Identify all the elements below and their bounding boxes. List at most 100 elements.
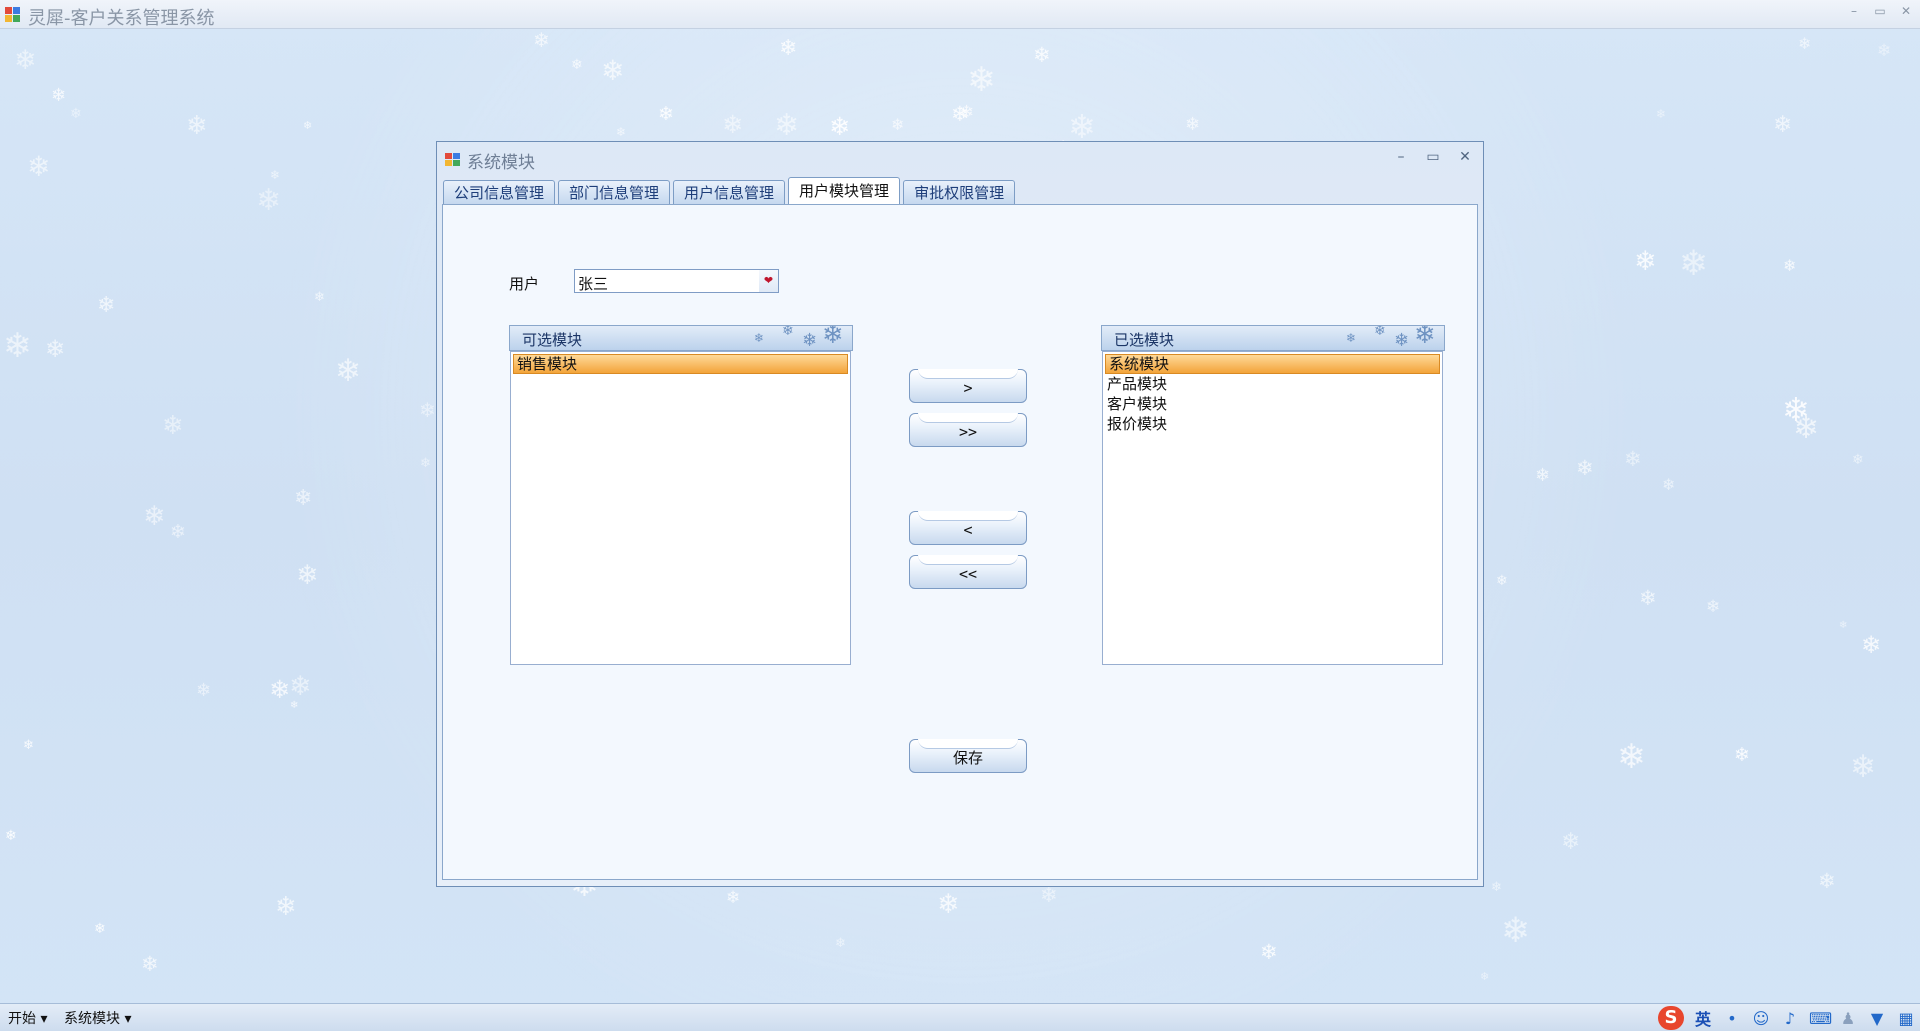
ime-language-indicator[interactable]: 英 [1693, 1006, 1713, 1030]
remove-one-button[interactable]: < [909, 511, 1027, 545]
snowflake-icon: ❄ [1773, 112, 1793, 138]
snowflake-icon: ❄ [1561, 829, 1581, 855]
snowflake-icon: ❄ [1068, 107, 1096, 146]
snowflake-icon: ❄ [601, 54, 625, 87]
snowflake-icon: ❄ [835, 936, 846, 951]
snowflake-icon: ❄ [314, 290, 325, 305]
grid-icon[interactable]: ▦ [1896, 1009, 1916, 1028]
snowflake-icon: ❄ [1782, 390, 1810, 429]
snowflake-icon: ❄ [186, 111, 208, 141]
snowflake-icon: ❄ [70, 106, 82, 122]
snowflake-icon: ❄ [1734, 744, 1750, 766]
snowflake-icon: ❄ [1798, 34, 1812, 53]
user-combobox[interactable]: 张三 ❤ [574, 269, 779, 293]
chevron-down-icon[interactable]: ❤ [759, 270, 778, 292]
snowflake-icon: ❄ [1679, 244, 1709, 284]
snowflake-icon: ❄ [1634, 246, 1657, 277]
start-menu-button[interactable]: 开始 ▾ [8, 1008, 47, 1028]
user-combobox-text[interactable]: 张三 [575, 270, 760, 293]
add-one-button[interactable]: > [909, 369, 1027, 403]
minimize-icon[interactable]: – [1846, 2, 1862, 20]
available-modules-list[interactable]: 销售模块 [510, 351, 851, 665]
microphone-icon[interactable]: ♪ [1780, 1009, 1800, 1028]
snowflake-icon: ❄ [289, 671, 312, 702]
keyboard-icon[interactable]: ⌨ [1809, 1009, 1832, 1028]
snowflake-icon: ❄ [1414, 325, 1436, 350]
taskbar-window-button[interactable]: 系统模块 ▾ [64, 1008, 131, 1028]
snowflake-icon: ❄ [335, 353, 361, 389]
tab-panel: 用户 张三 ❤ 可选模块 ❄ ❄ ❄ ❄ 销售模块 > >> < << 已选模块… [442, 204, 1478, 880]
list-item[interactable]: 系统模块 [1105, 354, 1440, 374]
snowflake-icon: ❄ [967, 60, 996, 100]
user-icon[interactable]: ♟ [1838, 1009, 1858, 1028]
snowflake-icon: ❄ [1346, 331, 1357, 345]
list-item[interactable]: 客户模块 [1103, 394, 1442, 414]
snowflake-icon: ❄ [1852, 452, 1864, 468]
tab-department-info[interactable]: 部门信息管理 [558, 180, 671, 204]
snowflake-icon: ❄ [419, 398, 436, 422]
ime-logo-icon[interactable]: S [1658, 1006, 1684, 1030]
list-item[interactable]: 报价模块 [1103, 414, 1442, 434]
dialog-minimize-icon[interactable]: – [1393, 148, 1409, 166]
snowflake-icon: ❄ [1656, 107, 1667, 121]
remove-all-button[interactable]: << [909, 555, 1027, 589]
taskbar: 开始 ▾ 系统模块 ▾ S 英 • ☺ ♪ ⌨ ♟ ▼ ▦ [0, 1003, 1920, 1031]
snowflake-icon: ❄ [196, 680, 212, 701]
snowflake-icon: ❄ [3, 326, 32, 366]
snowflake-icon: ❄ [1040, 883, 1058, 907]
snowflake-icon: ❄ [256, 183, 282, 218]
close-icon[interactable]: ✕ [1898, 2, 1914, 20]
snowflake-icon: ❄ [1491, 880, 1502, 895]
snowflake-icon: ❄ [802, 330, 818, 351]
tab-user-modules[interactable]: 用户模块管理 [788, 177, 901, 204]
available-list-header: 可选模块 ❄ ❄ ❄ ❄ [509, 325, 853, 351]
snowflake-icon: ❄ [1033, 43, 1051, 67]
snowflake-icon: ❄ [141, 952, 159, 976]
snowflake-icon: ❄ [1861, 631, 1882, 659]
snowflake-icon: ❄ [1374, 325, 1386, 339]
snowflake-icon: ❄ [1818, 869, 1836, 893]
app-titlebar: 灵犀-客户关系管理系统 – ▭ ✕ [0, 0, 1920, 29]
snowflake-icon: ❄ [1501, 911, 1531, 951]
dialog-maximize-icon[interactable]: ▭ [1425, 148, 1441, 166]
emoji-icon[interactable]: ☺ [1751, 1009, 1771, 1028]
snowflake-icon: ❄ [891, 115, 905, 134]
snowflake-icon: ❄ [27, 150, 51, 183]
snowflake-icon: ❄ [1624, 447, 1642, 471]
tab-company-info[interactable]: 公司信息管理 [443, 180, 556, 204]
snowflake-icon: ❄ [1662, 475, 1676, 494]
list-item[interactable]: 产品模块 [1103, 374, 1442, 394]
list-item[interactable]: 销售模块 [513, 354, 848, 374]
snowflake-icon: ❄ [1480, 970, 1490, 983]
snowflake-icon: ❄ [294, 486, 313, 511]
tab-user-info[interactable]: 用户信息管理 [673, 180, 786, 204]
system-tray: S 英 • ☺ ♪ ⌨ ♟ ▼ ▦ [1658, 1005, 1916, 1031]
snowflake-icon: ❄ [1839, 620, 1848, 631]
snowflake-icon: ❄ [269, 675, 290, 704]
snowflake-icon: ❄ [822, 325, 844, 350]
snowflake-icon: ❄ [45, 335, 66, 363]
app-title: 灵犀-客户关系管理系统 [28, 8, 215, 29]
tab-strip: 公司信息管理 部门信息管理 用户信息管理 用户模块管理 审批权限管理 [443, 177, 1016, 204]
save-button[interactable]: 保存 [909, 739, 1027, 773]
add-all-button[interactable]: >> [909, 413, 1027, 447]
snowflake-icon: ❄ [571, 57, 583, 73]
snowflake-icon: ❄ [1706, 597, 1721, 617]
app-icon [5, 7, 20, 22]
dialog-close-icon[interactable]: ✕ [1457, 148, 1473, 166]
snowflake-icon: ❄ [782, 325, 794, 339]
tab-approval-permissions[interactable]: 审批权限管理 [903, 180, 1016, 204]
snowflake-icon: ❄ [829, 112, 850, 141]
snowflake-icon: ❄ [275, 892, 297, 922]
dialog-titlebar[interactable]: 系统模块 – ▭ ✕ [437, 142, 1483, 176]
snowflake-icon: ❄ [1496, 573, 1508, 589]
maximize-icon[interactable]: ▭ [1872, 2, 1888, 20]
snowflake-icon: ❄ [726, 888, 741, 908]
snowflake-icon: ❄ [533, 28, 550, 52]
chosen-modules-list[interactable]: 系统模块 产品模块 客户模块 报价模块 [1102, 351, 1443, 665]
dialog-icon [445, 153, 460, 166]
snowflake-icon: ❄ [951, 102, 969, 126]
punctuation-icon[interactable]: • [1722, 1009, 1742, 1028]
shirt-icon[interactable]: ▼ [1867, 1009, 1887, 1028]
snowflake-icon: ❄ [658, 103, 674, 125]
